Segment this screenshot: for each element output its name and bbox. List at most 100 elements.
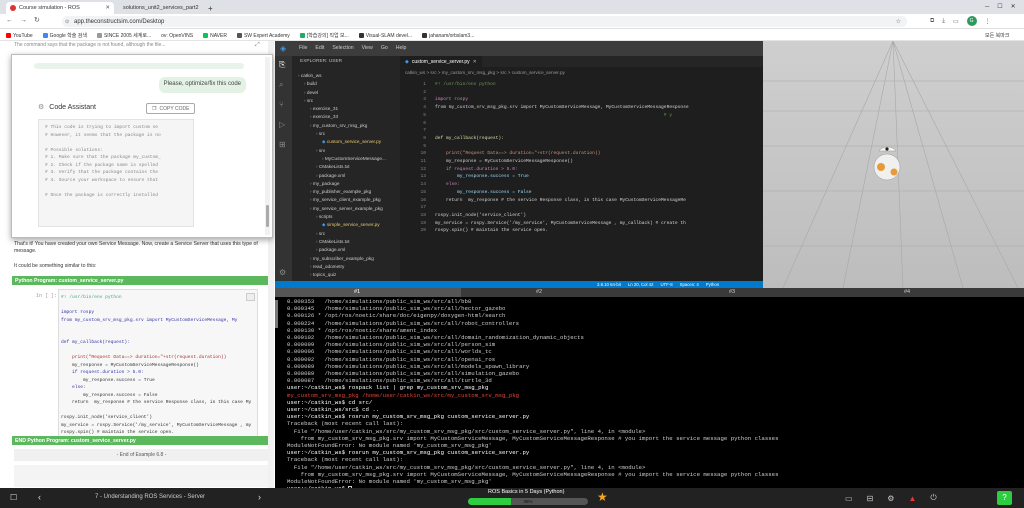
menu-item-edit[interactable]: Edit xyxy=(315,45,324,51)
code-cell[interactable]: #! /usr/bin/env python import rospy from … xyxy=(58,289,258,441)
help-button[interactable]: ? xyxy=(997,491,1012,505)
terminal-tab-4[interactable]: #4 xyxy=(836,288,1024,297)
expand-icon[interactable]: ⤢ xyxy=(255,42,260,49)
user-message-bubble: Please, optimize/fix this code xyxy=(158,77,246,93)
popup-scrollbar[interactable] xyxy=(265,57,270,235)
tree-item[interactable]: › topics_quiz xyxy=(298,271,400,279)
tree-item[interactable]: › my_package xyxy=(298,180,400,188)
menu-item-go[interactable]: Go xyxy=(381,45,388,51)
sliders-icon[interactable]: ⊟ xyxy=(867,494,874,503)
close-editor-icon[interactable]: ✕ xyxy=(473,59,477,65)
code-editor[interactable]: 1 2 3 4 5 6 7 8 9 10 11 12 13 14 15 16 17 18 19 20 #! /usr/… xyxy=(400,79,763,281)
run-debug-icon[interactable]: ▷ xyxy=(279,120,285,129)
bookmark-google-scholar[interactable]: Google 학술 검색 xyxy=(42,32,87,39)
power-icon[interactable]: ⏻ xyxy=(930,493,936,503)
tree-item[interactable]: › read_odometry xyxy=(298,263,400,271)
terminal-panel[interactable]: #1 #2 #3 #4 0.000353 /home/simulations/p… xyxy=(275,288,1024,492)
site-info-icon[interactable]: ⊙ xyxy=(65,19,69,25)
terminal-tab-1[interactable]: #1 xyxy=(275,288,461,297)
download-icon[interactable]: ⤓ xyxy=(942,18,945,25)
screen-icon[interactable]: ▭ xyxy=(845,494,853,503)
tree-item[interactable]: › exercise_31 xyxy=(298,105,400,113)
tree-item[interactable]: › scripts xyxy=(298,213,400,221)
terminal-tab-3[interactable]: #3 xyxy=(649,288,835,297)
extension-icon[interactable]: ⧉ xyxy=(930,18,934,25)
bookmark-visual-slam[interactable]: Visual-SLAM devel... xyxy=(358,33,412,39)
tree-item[interactable]: › CMakeLists.txt xyxy=(298,238,400,246)
tree-item[interactable]: › package.xml xyxy=(298,246,400,254)
vscode-logo-icon: ◈ xyxy=(280,44,287,53)
search-icon[interactable]: ⌕ xyxy=(279,80,283,90)
bookmark-naver[interactable]: NAVER xyxy=(203,33,227,39)
tree-item[interactable]: › devel xyxy=(298,89,400,97)
tree-item[interactable]: ◆ custom_service_server.py xyxy=(298,138,400,146)
minimize-icon[interactable]: ─ xyxy=(985,4,989,10)
gear-icon[interactable]: ⚙ xyxy=(887,494,894,503)
tree-item[interactable]: › srv xyxy=(298,147,400,155)
bookmark-youtube[interactable]: YouTube xyxy=(6,33,33,39)
tree-item-label: src xyxy=(306,97,314,103)
tree-item[interactable]: › MyCustomServiceMessage... xyxy=(298,155,400,163)
sidebar-icon[interactable]: ▭ xyxy=(953,18,959,25)
status-item: UTF-8 xyxy=(660,282,673,287)
gazebo-simulation-view[interactable] xyxy=(763,40,1024,289)
bookmark-lecture[interactable]: [학습강의] 직업 보... xyxy=(299,32,349,39)
tree-item[interactable]: › my_service_client_example_pkg xyxy=(298,196,400,204)
menu-item-file[interactable]: File xyxy=(299,45,307,51)
back-arrow-icon[interactable]: ← xyxy=(6,17,13,24)
copy-cell-icon[interactable] xyxy=(246,293,255,301)
tree-item[interactable]: › catkin_ws xyxy=(298,72,400,80)
bookmark-since2005[interactable]: SINCE 2005 세계로... xyxy=(96,32,151,39)
close-tab-icon[interactable]: ✕ xyxy=(105,5,110,11)
copy-code-button[interactable]: ❐ COPY CODE xyxy=(146,103,196,114)
bookmark-star-icon[interactable]: ☆ xyxy=(896,18,901,25)
tree-item[interactable]: › src xyxy=(298,97,400,105)
tree-item[interactable]: › my_custom_srv_msg_pkg xyxy=(298,122,400,130)
cell-code-line xyxy=(61,332,255,340)
tree-item[interactable]: ◆ simple_service_server.py xyxy=(298,221,400,229)
settings-gear-icon[interactable]: ⚙ xyxy=(279,268,286,277)
reload-icon[interactable]: ↻ xyxy=(34,16,40,24)
close-window-icon[interactable]: ✕ xyxy=(1011,3,1016,10)
tree-item[interactable]: › my_service_server_example_pkg xyxy=(298,205,400,213)
tab-course-simulation[interactable]: Course simulation - ROS ✕ xyxy=(6,2,114,14)
menu-item-selection[interactable]: Selection xyxy=(332,45,353,51)
popup-scrollbar-thumb[interactable] xyxy=(266,205,269,227)
star-icon[interactable]: ★ xyxy=(597,490,608,504)
editor-tab-active[interactable]: ◆ custom_service_server.py ✕ xyxy=(400,56,482,67)
editor-line: return my_response # the service Respons… xyxy=(435,197,686,203)
tree-item[interactable]: › src xyxy=(298,230,400,238)
tree-item[interactable]: › my_publisher_example_pkg xyxy=(298,188,400,196)
explorer-icon[interactable]: ⎘ xyxy=(279,60,285,70)
menu-kebab-icon[interactable]: ⋮ xyxy=(985,18,991,25)
tab-solutions[interactable]: solutions_unit2_services_part2 xyxy=(116,2,202,14)
bookmark-sw-expert[interactable]: SW Expert Academy xyxy=(236,33,290,39)
tree-item[interactable]: › src xyxy=(298,130,400,138)
new-tab-button[interactable]: + xyxy=(204,2,216,14)
tree-item-label: read_odometry xyxy=(312,263,345,269)
tree-item[interactable]: › package.xml xyxy=(298,172,400,180)
previous-unit-icon[interactable]: ‹ xyxy=(38,492,41,502)
terminal-tab-2[interactable]: #2 xyxy=(462,288,648,297)
toggle-notebook-icon[interactable]: ☐ xyxy=(10,493,17,502)
vscode-statusbar: 3.8.10 64-bit Ln 20, Col 42 UTF-8 Spaces: 4… xyxy=(275,281,763,288)
tree-item[interactable]: › exercise_33 xyxy=(298,113,400,121)
url-field[interactable]: ⊙ app.theconstructsim.com/Desktop ☆ xyxy=(62,16,907,27)
maximize-icon[interactable]: ☐ xyxy=(997,3,1002,10)
profile-avatar[interactable]: G xyxy=(966,16,977,26)
next-unit-icon[interactable]: › xyxy=(258,492,261,502)
menu-item-help[interactable]: Help xyxy=(396,45,407,51)
bookmark-openvins[interactable]: ov: OpenVINS xyxy=(161,33,193,39)
forward-arrow-icon[interactable]: → xyxy=(20,17,27,24)
alert-icon[interactable]: ▲ xyxy=(908,494,916,503)
tree-item-label: devel xyxy=(306,89,319,95)
source-control-icon[interactable]: ⑂ xyxy=(279,100,284,109)
all-bookmarks[interactable]: 모든 북마크 xyxy=(985,32,1009,39)
tree-item[interactable]: › CMakeLists.txt xyxy=(298,163,400,171)
extensions-icon[interactable]: ⊞ xyxy=(279,140,286,149)
tree-item[interactable]: › my_subscriber_example_pkg xyxy=(298,255,400,263)
menu-item-view[interactable]: View xyxy=(362,45,373,51)
terminal-scrollbar-thumb[interactable] xyxy=(275,300,278,328)
bookmark-orbslam3[interactable]: jahanam/orbslam3... xyxy=(422,33,474,39)
tree-item[interactable]: › build xyxy=(298,80,400,88)
